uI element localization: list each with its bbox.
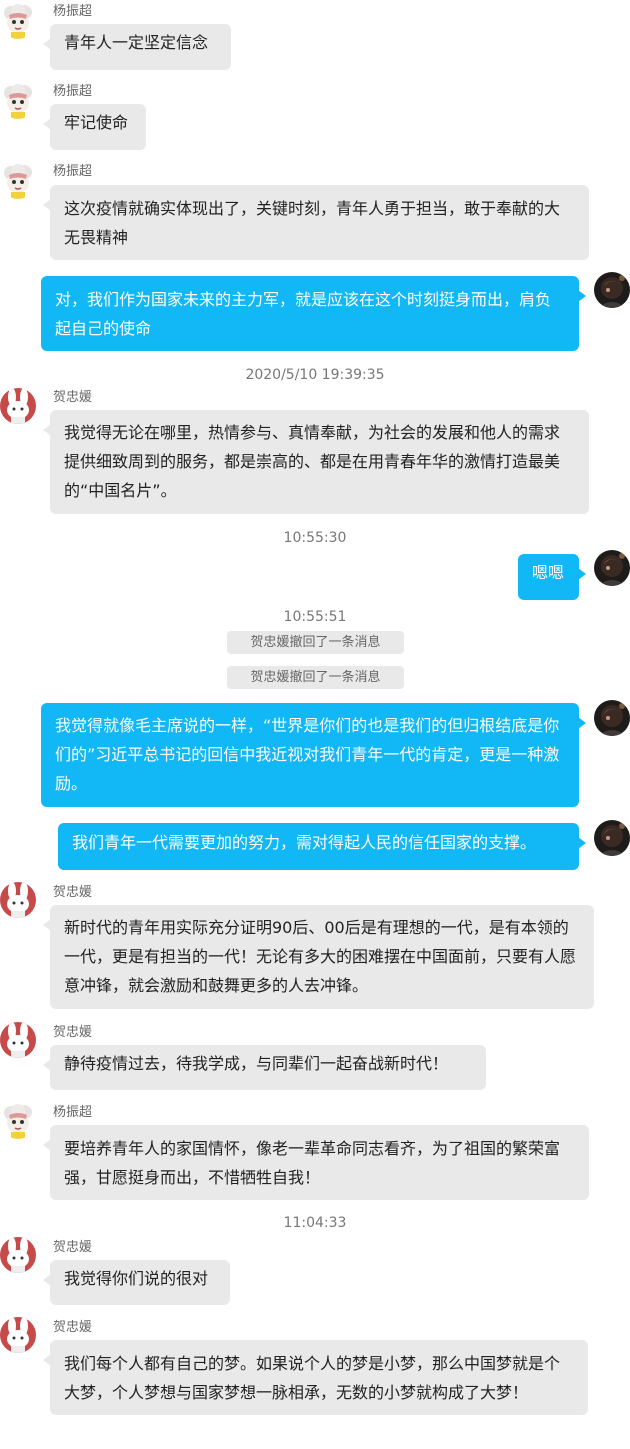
- avatar-he[interactable]: [0, 1022, 36, 1058]
- sender-name: 杨振超: [53, 1105, 93, 1120]
- timestamp: 10:55:30: [283, 530, 347, 546]
- sender-name: 贺忠媛: [53, 1240, 93, 1255]
- sender-name: 贺忠媛: [53, 1025, 93, 1040]
- recall-notice: 贺忠媛撤回了一条消息: [227, 666, 404, 689]
- sender-name: 贺忠媛: [53, 390, 93, 405]
- avatar-he[interactable]: [0, 388, 36, 424]
- avatar-he[interactable]: [0, 1317, 36, 1353]
- message-bubble[interactable]: 我觉得就像毛主席说的一样，“世界是你们的也是我们的但归根结底是你们的”习近平总书…: [41, 703, 586, 807]
- avatar-he[interactable]: [0, 882, 36, 918]
- sender-name: 贺忠媛: [53, 1320, 93, 1335]
- avatar-self[interactable]: [594, 820, 630, 856]
- message-bubble[interactable]: 我觉得你们说的很对: [43, 1260, 230, 1305]
- sender-name: 杨振超: [53, 4, 93, 19]
- message-bubble[interactable]: 要培养青年人的家国情怀，像老一辈革命同志看齐，为了祖国的繁荣富强，甘愿挺身而出，…: [43, 1125, 589, 1200]
- message-bubble[interactable]: 嗯嗯: [518, 554, 586, 600]
- message-bubble[interactable]: 对，我们作为国家未来的主力军，就是应该在这个时刻挺身而出，肩负起自己的使命: [41, 276, 586, 351]
- avatar-self[interactable]: [594, 550, 630, 586]
- message-bubble[interactable]: 静待疫情过去，待我学成，与同辈们一起奋战新时代！: [43, 1045, 486, 1090]
- message-bubble[interactable]: 我们青年一代需要更加的努力，需对得起人民的信任国家的支撑。: [58, 823, 586, 870]
- sender-name: 贺忠媛: [53, 885, 93, 900]
- avatar-he[interactable]: [0, 1237, 36, 1273]
- avatar-yang[interactable]: [0, 83, 36, 119]
- avatar-yang[interactable]: [0, 3, 36, 39]
- message-bubble[interactable]: 我们每个人都有自己的梦。如果说个人的梦是小梦，那么中国梦就是个大梦，个人梦想与国…: [43, 1340, 588, 1415]
- avatar-yang[interactable]: [0, 1103, 36, 1139]
- message-bubble[interactable]: 这次疫情就确实体现出了，关键时刻，青年人勇于担当，敢于奉献的大无畏精神: [43, 185, 589, 260]
- message-bubble[interactable]: 新时代的青年用实际充分证明90后、00后是有理想的一代，是有本领的一代，更是有担…: [43, 905, 594, 1009]
- avatar-self[interactable]: [594, 272, 630, 308]
- recall-notice: 贺忠媛撤回了一条消息: [227, 631, 404, 654]
- timestamp: 11:04:33: [283, 1215, 347, 1231]
- sender-name: 杨振超: [53, 84, 93, 99]
- message-bubble[interactable]: 牢记使命: [43, 104, 146, 150]
- avatar-yang[interactable]: [0, 163, 36, 199]
- message-bubble[interactable]: 我觉得无论在哪里，热情参与、真情奉献，为社会的发展和他人的需求提供细致周到的服务…: [43, 410, 589, 514]
- avatar-self[interactable]: [594, 700, 630, 736]
- sender-name: 杨振超: [53, 164, 93, 179]
- message-bubble[interactable]: 青年人一定坚定信念: [43, 24, 231, 70]
- timestamp: 10:55:51: [283, 609, 347, 625]
- timestamp: 2020/5/10 19:39:35: [245, 367, 385, 383]
